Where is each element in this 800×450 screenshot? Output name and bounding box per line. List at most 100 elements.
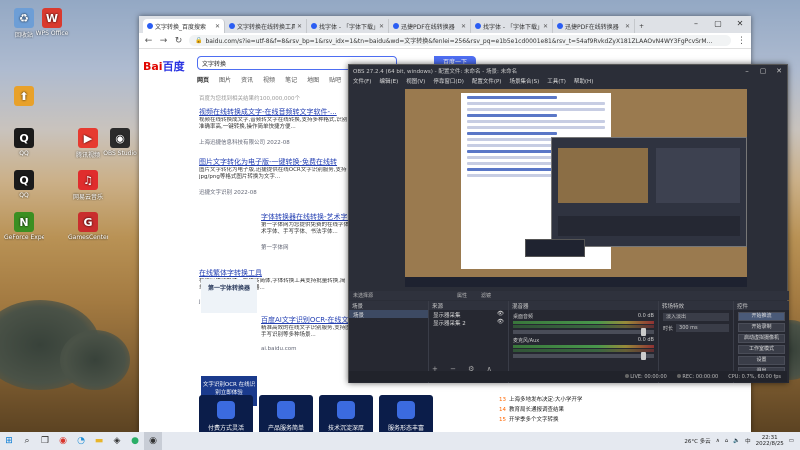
clock[interactable]: 22:31 2022/8/25 (756, 435, 784, 447)
slider-handle[interactable] (641, 352, 646, 360)
search-nav-item[interactable]: 网页 (197, 75, 209, 84)
games-icon: G (78, 212, 98, 232)
slider-handle[interactable] (641, 328, 646, 336)
chrome-icon[interactable]: ◉ (54, 432, 72, 450)
favicon-icon (557, 23, 563, 29)
volume-slider[interactable] (513, 328, 654, 336)
obs-menu-item[interactable]: 场景集合(S) (509, 77, 539, 85)
result-title-link[interactable]: 视频在线转换成文字-在线音频转文字软件-... (199, 107, 349, 117)
search-nav-item[interactable]: 视频 (263, 75, 275, 84)
edge-icon[interactable]: ◔ (72, 432, 90, 450)
browser-tab[interactable]: 迅捷PDF在线转换器 ✕ (389, 19, 471, 33)
control-button[interactable]: 开始录制 (738, 323, 785, 332)
obs-menu-item[interactable]: 文件(F) (353, 77, 371, 85)
obs-menu-item[interactable]: 配置文件(P) (472, 77, 502, 85)
tab-close-icon[interactable]: ✕ (625, 23, 630, 30)
desktop-icon[interactable]: N GeForce Experience (4, 212, 44, 241)
weather[interactable]: 26°C 多云 (684, 437, 710, 445)
minimize-icon[interactable]: – (739, 67, 755, 75)
ime-indicator[interactable]: 中 (745, 437, 751, 445)
close-icon[interactable]: ✕ (729, 16, 751, 33)
result-source[interactable]: 上海迅捷信息科技有限公司 2022-08 (199, 138, 349, 146)
tab-close-icon[interactable]: ✕ (379, 23, 384, 30)
eye-icon[interactable]: 👁 (497, 311, 504, 317)
minimize-icon[interactable]: – (685, 16, 707, 33)
search-nav-item[interactable]: 图片 (219, 75, 231, 84)
tab-close-icon[interactable]: ✕ (461, 23, 466, 30)
hot-item[interactable]: 15 开学季多个文字转换 (499, 415, 582, 425)
obs-menu-item[interactable]: 工具(T) (547, 77, 566, 85)
volume-icon[interactable]: 🔈 (733, 438, 740, 444)
obs-taskbar-icon[interactable]: ◉ (144, 432, 162, 450)
task-view-icon[interactable]: ❐ (36, 432, 54, 450)
back-icon[interactable]: ← (144, 36, 153, 46)
browser-tab[interactable]: 文字转换在线转换工具 ✕ (225, 19, 307, 33)
feature-card[interactable]: 技术沉淀深厚 (319, 395, 373, 432)
browser-tab[interactable]: 找字体 - 「字体下载」字...✕ (471, 19, 553, 33)
hot-item[interactable]: 14 教育局长通报调查结果 (499, 405, 582, 415)
obs-preview[interactable] (405, 89, 747, 287)
desktop-icon[interactable]: ♫ 网易云音乐 (68, 170, 108, 201)
maximize-icon[interactable]: ▢ (707, 16, 729, 33)
hot-item[interactable]: 13 上海多地发布决定:大小学开学 (499, 395, 582, 405)
result-title-link[interactable]: 图片文字转化为电子版-一键转换-免费在线转 (199, 157, 349, 167)
start-icon[interactable]: ⊞ (0, 432, 18, 450)
search-nav-item[interactable]: 地图 (307, 75, 319, 84)
transition-select[interactable]: 淡入淡出 (663, 313, 729, 321)
ad-thumbnail[interactable]: 第一字体转换器 (201, 279, 257, 313)
browser-tab[interactable]: 找字体 - 「字体下载」字...✕ (307, 19, 389, 33)
search-nav-item[interactable]: 资讯 (241, 75, 253, 84)
obs-menu-item[interactable]: 停靠窗口(D) (433, 77, 464, 85)
scene-item[interactable]: 场景 (349, 310, 428, 319)
source-item[interactable]: 显示器采集 👁 (429, 310, 508, 319)
desktop-icon[interactable]: G GamesCenter (68, 212, 108, 241)
network-icon[interactable]: ⌂ (725, 438, 729, 444)
desktop-icon[interactable]: Q QQ (4, 170, 44, 199)
chevron-up-icon[interactable]: ∧ (716, 438, 720, 444)
obs-menu-item[interactable]: 编辑(E) (379, 77, 398, 85)
desktop-icon-label: GeForce Experience (4, 234, 44, 241)
desktop-icon[interactable]: ⬆ (4, 86, 44, 108)
new-tab-icon[interactable]: + (635, 19, 651, 33)
feature-card[interactable]: 服务形态丰富 (379, 395, 433, 432)
filters-button[interactable]: 滤镜 (481, 292, 491, 299)
search-nav-item[interactable]: 笔记 (285, 75, 297, 84)
file-explorer-icon[interactable]: ▬ (90, 432, 108, 450)
control-button[interactable]: 设置 (738, 356, 785, 365)
feature-card[interactable]: 产品服务简单 (259, 395, 313, 432)
result-source[interactable]: 迅捷文字识别 2022-08 (199, 188, 349, 196)
tab-close-icon[interactable]: ✕ (297, 23, 302, 30)
baidu-logo[interactable]: Bai百度 (143, 58, 185, 74)
browser-tab[interactable]: 文字转换_百度搜索 ✕ (143, 19, 225, 33)
reload-icon[interactable]: ↻ (174, 36, 183, 46)
tab-close-icon[interactable]: ✕ (543, 23, 548, 30)
desktop-icon[interactable]: Q QQ (4, 128, 44, 157)
notification-icon[interactable]: ▭ (789, 438, 794, 444)
wechat-icon[interactable]: ● (126, 432, 144, 450)
control-button[interactable]: 启动虚拟摄像机 (738, 334, 785, 343)
address-bar[interactable]: 🔒 baidu.com/s?ie=utf-8&f=8&rsv_bp=1&rsv_… (189, 35, 731, 46)
forward-icon[interactable]: → (159, 36, 168, 46)
tab-label: 文字转换在线转换工具 (237, 23, 295, 31)
close-icon[interactable]: ✕ (771, 67, 787, 75)
properties-button[interactable]: 属性 (457, 292, 467, 299)
eye-icon[interactable]: 👁 (497, 319, 504, 325)
desktop-icon[interactable]: ◉ OBS Studio (100, 128, 140, 157)
desktop-icon[interactable]: W WPS Office (32, 8, 72, 37)
browser-tab[interactable]: 迅捷PDF在线转换器 ✕ (553, 19, 635, 33)
duration-field[interactable]: 300 ms (676, 324, 729, 332)
search-nav-item[interactable]: 贴吧 (329, 75, 341, 84)
control-button[interactable]: 工作室模式 (738, 345, 785, 354)
search-icon[interactable]: ⌕ (18, 432, 36, 450)
result-title-link[interactable]: 在线繁体字转换工具 (199, 268, 349, 278)
extensions-icon[interactable]: ⋮ (737, 36, 746, 46)
source-item[interactable]: 显示器采集 2 👁 (429, 318, 508, 327)
obs-menu-item[interactable]: 帮助(H) (574, 77, 593, 85)
obs-menu-item[interactable]: 视图(V) (406, 77, 425, 85)
volume-slider[interactable] (513, 352, 654, 360)
tab-close-icon[interactable]: ✕ (215, 23, 220, 30)
maximize-icon[interactable]: ▢ (755, 67, 771, 75)
feature-card[interactable]: 付费方式灵活 (199, 395, 253, 432)
steam-icon[interactable]: ◈ (108, 432, 126, 450)
control-button[interactable]: 开始推流 (738, 312, 785, 321)
